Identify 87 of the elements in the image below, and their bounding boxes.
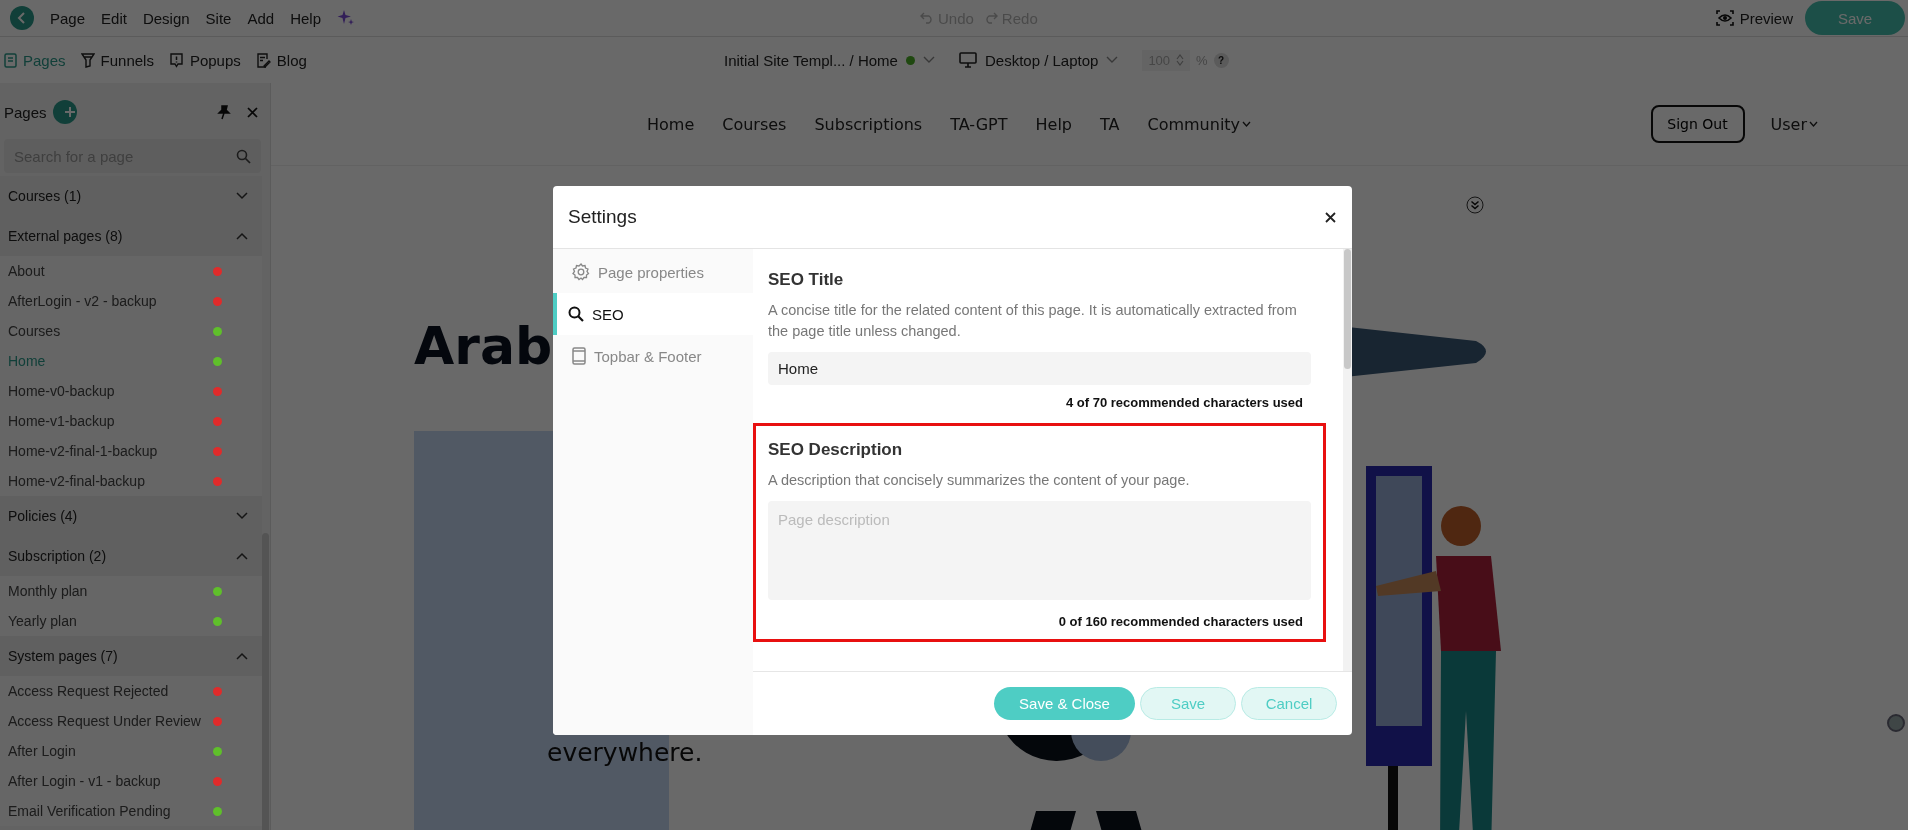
sidebar-item[interactable]: Yearly plan	[0, 606, 262, 636]
nav-link[interactable]: TA-GPT	[950, 114, 1008, 134]
sidebar-item[interactable]: Home-v2-final-1-backup	[0, 436, 262, 466]
popup-icon	[168, 52, 184, 68]
dialog-button[interactable]: Save	[1140, 687, 1236, 720]
sidebar-item[interactable]: Home-v0-backup	[0, 376, 262, 406]
menu-item[interactable]: Help	[290, 9, 322, 27]
search-icon	[236, 149, 251, 164]
chevron-down-icon	[1809, 121, 1818, 127]
chevron-down-icon	[922, 56, 935, 64]
stepper-icon	[1176, 54, 1185, 66]
save-and-close-button[interactable]: Save & Close	[994, 687, 1135, 720]
scroll-bar[interactable]	[1343, 249, 1352, 671]
blog-icon	[255, 52, 271, 68]
sidebar-item[interactable]: Courses	[0, 316, 262, 346]
sidebar-item[interactable]: Email Verification Pending	[0, 796, 262, 826]
character-counter: 4 of 70 recommended characters used	[1065, 395, 1304, 410]
save-button[interactable]: Save	[1805, 1, 1905, 35]
section-title: SEO Description	[768, 440, 904, 460]
chevron-down-icon	[236, 192, 248, 200]
double-chevron-icon[interactable]	[1466, 196, 1484, 214]
nav-link[interactable]: Community	[1147, 114, 1252, 134]
settings-tab[interactable]: Topbar & Footer	[553, 335, 753, 377]
chevron-up-icon	[236, 552, 248, 560]
plus-icon	[63, 106, 76, 118]
back-button[interactable]	[10, 6, 34, 30]
description-field[interactable]: Page description	[768, 501, 1311, 600]
pin-icon[interactable]	[217, 104, 231, 120]
dialog-button[interactable]: Cancel	[1241, 687, 1337, 720]
menu-item[interactable]: Page	[50, 9, 86, 27]
dialog-title: Settings	[568, 206, 637, 228]
funnel-icon	[80, 52, 95, 68]
panel-title: Pages	[4, 103, 47, 121]
menu-item[interactable]: Design	[142, 9, 190, 27]
panel-tab[interactable]: Pages	[4, 51, 66, 69]
settings-tab[interactable]: Page properties	[553, 251, 753, 293]
nav-link[interactable]: Home	[647, 114, 695, 134]
section-title: SEO Title	[768, 270, 845, 290]
nav-link[interactable]: Courses	[722, 114, 787, 134]
hero-text: everywhere.	[547, 738, 703, 767]
sidebar-item[interactable]: After Login - v1 - backup	[0, 766, 262, 796]
sidebar-item[interactable]: Home-v1-backup	[0, 406, 262, 436]
device-selector[interactable]: Desktop / Laptop	[958, 51, 1119, 69]
sidebar-item[interactable]: After Login	[0, 736, 262, 766]
title-field[interactable]: Home	[768, 352, 1311, 385]
sidebar-item[interactable]: Home	[0, 346, 262, 376]
panel-tab[interactable]: Popups	[168, 51, 241, 69]
add-page-button[interactable]	[52, 100, 77, 124]
search-icon	[568, 306, 584, 322]
sidebar-item[interactable]: Access Request Under Review	[0, 706, 262, 736]
chevron-down-icon	[1106, 56, 1119, 64]
page-icon	[4, 52, 17, 68]
close-icon[interactable]	[1325, 211, 1336, 223]
sign-out-button[interactable]: Sign Out	[1650, 105, 1745, 143]
sidebar-item[interactable]: About	[0, 256, 262, 286]
chevron-down-icon	[236, 512, 248, 520]
sidebar-item[interactable]: AfterLogin - v2 - backup	[0, 286, 262, 316]
eye-icon	[1715, 10, 1734, 26]
sidebar-item[interactable]: Monthly plan	[0, 576, 262, 606]
zoom-unit: %	[1196, 52, 1208, 68]
section-description: A description that concisely summarizes the content of your page.	[768, 471, 1191, 490]
chevron-up-icon	[236, 232, 248, 240]
chevron-down-icon	[1242, 121, 1252, 127]
nav-link[interactable]: Subscriptions	[814, 114, 923, 134]
sidebar-item[interactable]: Access Request Rejected	[0, 676, 262, 706]
panel-tab[interactable]: Funnels	[80, 51, 154, 69]
hero-title: Arab	[414, 316, 553, 376]
preview-button[interactable]: Preview	[1715, 9, 1793, 27]
monitor-icon	[958, 52, 977, 68]
user-menu[interactable]: User	[1770, 114, 1818, 134]
chevron-up-icon	[236, 652, 248, 660]
nav-link[interactable]: TA	[1100, 114, 1120, 134]
menu-item[interactable]: Add	[247, 9, 275, 27]
phone-icon	[572, 347, 586, 365]
menu-item[interactable]: Edit	[101, 9, 127, 27]
menu-item[interactable]: Site	[205, 9, 232, 27]
undo-icon	[920, 12, 934, 24]
gear-icon	[572, 263, 590, 281]
nav-link[interactable]: Help	[1035, 114, 1072, 134]
site-selector[interactable]: Initial Site Templ... / Home	[724, 51, 935, 69]
redo-icon	[983, 12, 998, 24]
section-description: A concise title for the related content of this page. It is automatically extracted from the page title unless changed.	[768, 301, 1298, 341]
panel-tab[interactable]: Blog	[255, 51, 307, 69]
character-counter: 0 of 160 recommended characters used	[1057, 614, 1304, 629]
help-button[interactable]: ?	[1213, 52, 1229, 68]
settings-tab[interactable]: SEO	[553, 293, 753, 335]
sidebar-item[interactable]: Home-v2-final-backup	[0, 466, 262, 496]
